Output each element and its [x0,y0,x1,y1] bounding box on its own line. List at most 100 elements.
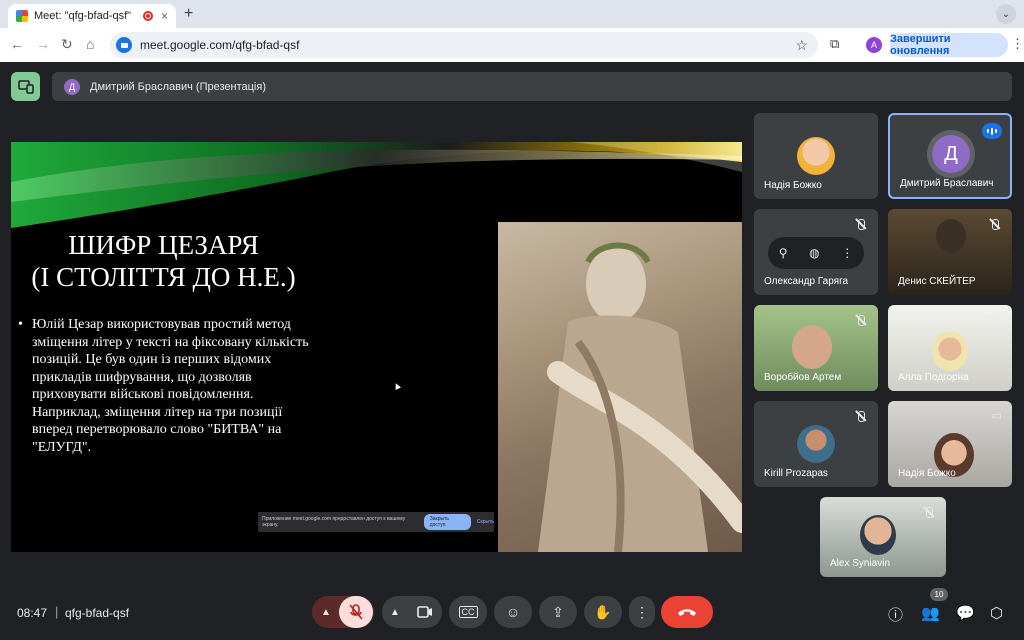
reactions-button[interactable]: ☺ [494,596,532,628]
participant-tile[interactable]: ▭ Надія Божко [888,401,1012,487]
stop-sharing-button[interactable]: Закрыть доступ [423,514,471,530]
extensions-icon[interactable]: ⧉ [830,36,839,52]
browser-menu-icon[interactable]: ⋮ [1011,36,1024,52]
mute-participant-icon[interactable]: ◍ [809,246,819,260]
hide-notice-button[interactable]: Скрыть [477,519,494,525]
pin-icon[interactable]: ⚲ [779,246,788,260]
tab-close-button[interactable]: × [161,9,168,23]
slide-body: • Юлій Цезар використовував простий мето… [18,316,318,456]
people-icon[interactable]: 👥 [921,604,940,622]
browser-chrome: Meet: "qfg-bfad-qsf" × + ⌄ ← → ↻ ⌂ meet.… [0,0,1024,62]
participant-name: Kirill Prozapas [764,468,828,479]
participant-count-badge: 10 [930,588,948,601]
profile-avatar[interactable]: A [866,37,882,53]
participant-name: Воробйов Артем [764,372,842,383]
mic-off-icon [988,217,1002,231]
mic-off-icon [988,313,1002,327]
presentation-banner: Д Дмитрий Браславич (Презентація) [52,72,1012,101]
slide-title-line2: (І СТОЛІТТЯ ДО Н.Е.) [31,262,296,292]
share-notice-text: Приложение meet.google.com предоставлен … [262,516,406,528]
participant-avatar: Д [932,135,970,173]
bookmark-star-icon[interactable]: ☆ [795,37,808,54]
presentation-banner-text: Дмитрий Браславич (Презентація) [90,80,266,93]
tab-title: Meet: "qfg-bfad-qsf" [34,10,132,22]
meeting-code: qfg-bfad-qsf [65,606,130,620]
new-tab-button[interactable]: + [184,5,193,23]
participant-name: Надія Божко [898,468,956,479]
mic-toggle-button[interactable] [339,596,373,628]
tile-hover-controls: ⚲ ◍ ⋮ [768,237,864,269]
presentation-layout-button[interactable] [11,72,40,101]
statue-illustration [538,242,742,552]
screen-share-notice: Приложение meet.google.com предоставлен … [258,512,494,532]
emoji-icon: ☺ [505,604,521,620]
captions-button[interactable]: CC [449,596,487,628]
site-info-icon[interactable] [116,37,132,53]
forward-button[interactable]: → [36,36,50,52]
participant-photo [797,137,835,175]
participant-video [936,219,966,253]
participant-tile[interactable]: Надія Божко [754,113,878,199]
participant-name: Денис СКЕЙТЕР [898,276,976,287]
tab-strip: Meet: "qfg-bfad-qsf" × + ⌄ [0,0,1024,28]
participant-name: Дмитрий Браславич [900,178,994,189]
hang-up-icon [678,609,696,616]
meeting-clock: 08:47 [17,606,48,620]
self-view-tile[interactable]: Alex Syniavin [820,497,946,577]
participant-tile[interactable]: Kirill Prozapas [754,401,878,487]
meeting-details-icon[interactable]: ⓘ [888,604,903,625]
present-screen-icon: ⇪ [552,603,564,620]
participant-video [860,515,896,555]
participant-tile[interactable]: Воробйов Артем [754,305,878,391]
bullet: • [18,317,23,332]
leave-call-button[interactable] [661,596,713,628]
audio-options-chevron-icon[interactable]: ▲ [313,607,339,618]
reload-button[interactable]: ↻ [61,36,73,53]
mouse-cursor-icon [393,382,401,390]
mic-off-icon [854,409,868,423]
more-options-button[interactable]: ⋮ [629,596,655,628]
presenter-avatar: Д [64,78,80,95]
hand-icon: ✋ [594,603,612,620]
participant-name: Надія Божко [764,180,822,191]
camera-icon [417,606,432,618]
mic-control-group: ▲ [312,596,374,628]
back-button[interactable]: ← [10,36,24,52]
participant-tile-active-speaker[interactable]: Д Дмитрий Браславич [888,113,1012,199]
present-now-button[interactable]: ⇪ [539,596,577,628]
address-bar[interactable]: meet.google.com/qfg-bfad-qsf ☆ [110,32,818,58]
home-button[interactable]: ⌂ [86,36,94,52]
participant-name: Олександр Гаряга [764,276,849,287]
tab-search-button[interactable]: ⌄ [996,4,1016,24]
more-vert-icon: ⋮ [635,603,649,620]
footer-separator: | [55,604,59,619]
meet-favicon-icon [16,10,28,22]
chevron-down-icon: ⌄ [1001,8,1011,20]
camera-toggle-button[interactable] [408,596,442,628]
mic-off-icon [922,505,936,519]
participant-tile[interactable]: Алла Подгорна [888,305,1012,391]
participant-name: Алла Подгорна [898,372,969,383]
participant-photo [797,425,835,463]
mic-off-icon [854,313,868,327]
speaking-indicator-icon [982,123,1002,139]
browser-tab[interactable]: Meet: "qfg-bfad-qsf" × [8,4,176,28]
more-options-icon[interactable]: ⋮ [841,246,853,260]
participant-name: Alex Syniavin [830,558,891,569]
video-options-chevron-icon[interactable]: ▲ [382,607,408,618]
url-text: meet.google.com/qfg-bfad-qsf [140,38,300,52]
participant-tile[interactable]: ⚲ ◍ ⋮ Олександр Гаряга [754,209,878,295]
chat-icon[interactable]: 💬 [956,604,975,622]
participant-tile[interactable]: Денис СКЕЙТЕР [888,209,1012,295]
mic-off-icon [854,217,868,231]
participant-video [792,325,832,369]
activities-icon[interactable]: ⬡ [990,604,1003,622]
present-screen-icon [17,79,34,94]
update-button[interactable]: Завершити оновлення [890,33,1008,57]
raise-hand-button[interactable]: ✋ [584,596,622,628]
slide-decoration [11,142,742,228]
shared-screen: ШИФР ЦЕЗАРЯ (І СТОЛІТТЯ ДО Н.Е.) • Юлій … [11,142,742,552]
participant-video [932,331,968,371]
mic-off-icon [349,604,363,620]
captions-icon: CC [458,606,478,618]
